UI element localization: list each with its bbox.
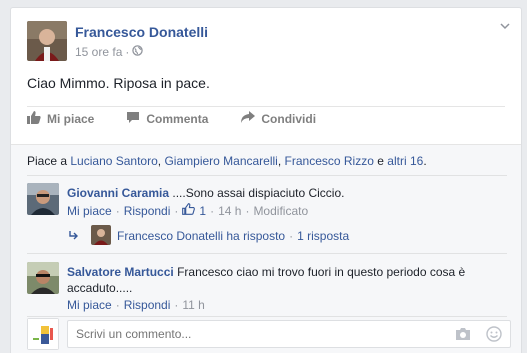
- comment: Giovanni Caramia ....Sono assai dispiaci…: [67, 185, 344, 201]
- divider: [27, 316, 507, 317]
- share-button[interactable]: Condividi: [240, 111, 316, 127]
- comment-author[interactable]: Giovanni Caramia: [67, 186, 169, 200]
- commenter-avatar[interactable]: [27, 262, 59, 294]
- author-avatar[interactable]: [27, 21, 67, 61]
- liker-name[interactable]: Luciano Santoro: [70, 154, 157, 168]
- liker-name[interactable]: Giampiero Mancarelli: [164, 154, 277, 168]
- dot-separator: ·: [174, 298, 179, 312]
- emoji-icon[interactable]: [486, 326, 502, 345]
- dot-separator: ·: [174, 203, 179, 218]
- likes-prefix: Piace a: [27, 154, 68, 168]
- likes-period: .: [423, 154, 427, 168]
- comment-button-label: Commenta: [146, 112, 209, 126]
- post-actions: Mi piace Commenta Condividi: [27, 111, 348, 127]
- edited-label[interactable]: Modificato: [253, 204, 308, 218]
- dot-separator: ·: [245, 203, 250, 218]
- likes-separator: ,: [157, 154, 162, 168]
- like-button[interactable]: Mi piace: [27, 111, 94, 127]
- dot-separator: ·: [115, 203, 120, 218]
- post-author-name[interactable]: Francesco Donatelli: [75, 24, 208, 40]
- divider: [27, 175, 507, 176]
- share-button-label: Condividi: [261, 112, 317, 126]
- comment-input[interactable]: [76, 325, 446, 343]
- comment-actions: Mi piace · Rispondi · 11 h: [67, 298, 205, 312]
- comment-actions: Mi piace · Rispondi · 1 · 14 h · Modific…: [67, 203, 308, 218]
- comment-like-link[interactable]: Mi piace: [67, 298, 112, 312]
- camera-icon[interactable]: [455, 327, 471, 344]
- comment-text: ....Sono assai dispiaciuto Ciccio.: [172, 186, 345, 200]
- likes-and: e: [377, 154, 384, 168]
- current-user-avatar[interactable]: [27, 318, 59, 350]
- divider: [27, 106, 505, 107]
- like-button-label: Mi piace: [47, 112, 95, 126]
- comment-button[interactable]: Commenta: [126, 111, 208, 127]
- post-text: Ciao Mimmo. Riposa in pace.: [27, 75, 210, 91]
- liker-name[interactable]: Francesco Rizzo: [285, 154, 374, 168]
- comment-text: accaduto.....: [67, 281, 133, 295]
- comment-text: Francesco ciao mi trovo fuori in questo …: [177, 265, 466, 279]
- reply-arrow-icon: [69, 230, 79, 244]
- reply-author-avatar[interactable]: [91, 225, 111, 245]
- comment-input-box[interactable]: [67, 320, 511, 348]
- dot-separator: ·: [115, 298, 120, 312]
- reply-preview-text[interactable]: Francesco Donatelli ha risposto: [117, 229, 285, 243]
- share-arrow-icon: [240, 111, 256, 127]
- likes-others-link[interactable]: altri 16: [387, 154, 423, 168]
- post-meta: 15 ore fa ·: [75, 45, 144, 59]
- commenter-avatar[interactable]: [27, 183, 59, 215]
- comment-like-link[interactable]: Mi piace: [67, 204, 112, 218]
- reply-count[interactable]: 1 risposta: [297, 229, 349, 243]
- likes-summary: Piace a Luciano Santoro, Giampiero Manca…: [27, 154, 427, 168]
- comment-icon: [126, 111, 140, 127]
- thumbs-up-icon: [27, 111, 41, 127]
- comment-reply-link[interactable]: Rispondi: [124, 298, 171, 312]
- comment-reply-link[interactable]: Rispondi: [124, 204, 171, 218]
- globe-icon[interactable]: [132, 45, 144, 59]
- like-count-icon[interactable]: [182, 203, 196, 218]
- post-time[interactable]: 15 ore fa: [75, 45, 122, 59]
- reply-preview[interactable]: Francesco Donatelli ha risposto · 1 risp…: [117, 229, 349, 243]
- comment-time[interactable]: 14 h: [218, 204, 241, 218]
- dot-separator: ·: [289, 229, 294, 243]
- divider: [27, 253, 507, 254]
- comment: Salvatore Martucci Francesco ciao mi tro…: [67, 264, 507, 296]
- chevron-down-icon[interactable]: [499, 20, 511, 32]
- dot-separator: ·: [210, 203, 215, 218]
- like-count[interactable]: 1: [199, 204, 206, 218]
- meta-separator: ·: [125, 45, 130, 59]
- comment-time[interactable]: 11 h: [182, 298, 204, 312]
- comment-author[interactable]: Salvatore Martucci: [67, 265, 174, 279]
- post-card: Francesco Donatelli 15 ore fa · Ciao Mim…: [10, 7, 522, 353]
- likes-separator: ,: [277, 154, 282, 168]
